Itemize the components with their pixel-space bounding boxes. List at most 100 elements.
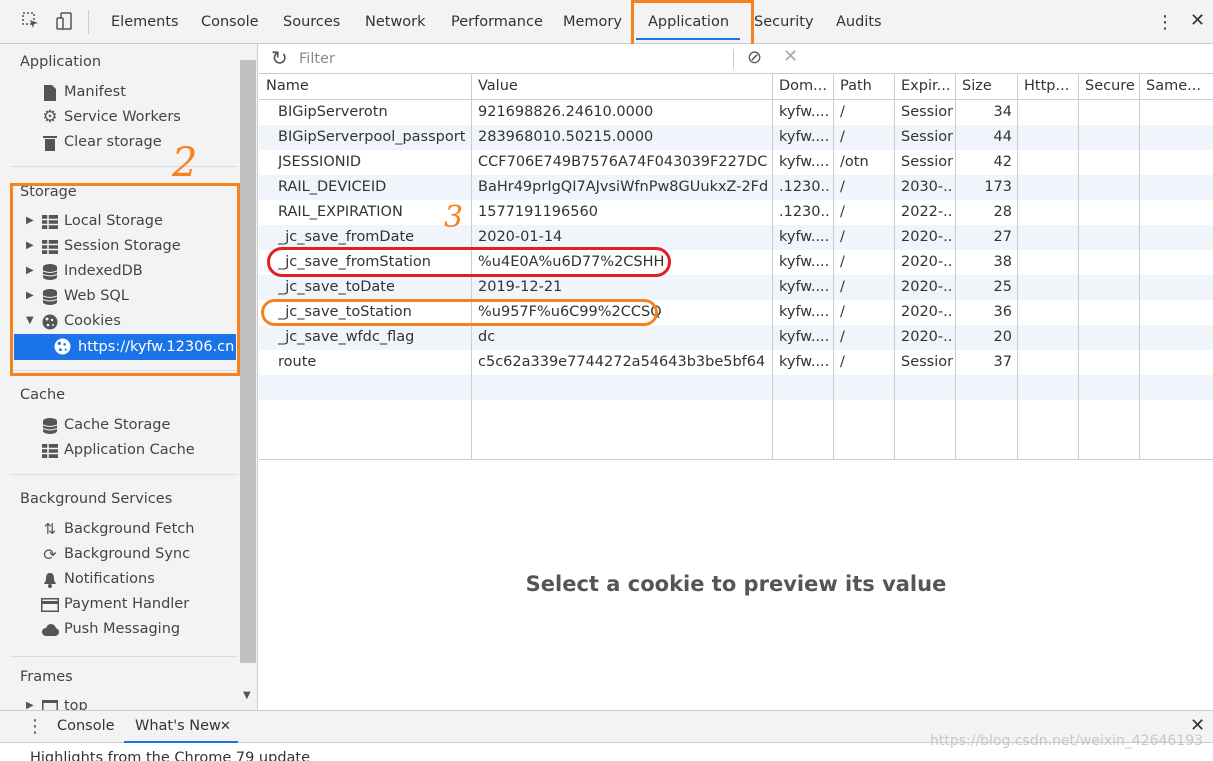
cell-size: 25	[993, 279, 1012, 295]
sidebar-item-background-sync[interactable]: ⟳ Background Sync	[40, 542, 190, 567]
whats-new-highlight-text: Highlights from the Chrome 79 update	[30, 750, 311, 761]
cell-path: /	[840, 279, 845, 295]
tab-sources[interactable]: Sources	[283, 0, 340, 44]
column-header-domain[interactable]: Dom...	[779, 74, 827, 99]
cell-domain: kyfw....	[779, 354, 830, 370]
cell-path: /	[840, 104, 845, 120]
sidebar-item-cache-storage[interactable]: Cache Storage	[40, 413, 170, 438]
inspect-element-icon[interactable]	[20, 10, 42, 32]
cell-size: 38	[993, 254, 1012, 270]
sidebar-item-label: Background Sync	[64, 546, 191, 562]
cell-expires: 2020-...	[901, 304, 953, 320]
column-header-path[interactable]: Path	[840, 74, 872, 99]
sidebar-item-manifest[interactable]: Manifest	[40, 80, 126, 105]
sidebar-item-background-fetch[interactable]: ⇅ Background Fetch	[40, 517, 195, 542]
expand-triangle-icon[interactable]: ▶	[26, 700, 34, 710]
cell-domain: kyfw....	[779, 254, 830, 270]
scroll-down-arrow-icon[interactable]: ▼	[243, 690, 251, 701]
frame-icon	[40, 697, 60, 710]
tab-audits[interactable]: Audits	[836, 0, 882, 44]
column-header-httponly[interactable]: Http...	[1024, 74, 1069, 99]
cell-domain: kyfw....	[779, 279, 830, 295]
sidebar-item-payment-handler[interactable]: Payment Handler	[40, 592, 189, 617]
more-options-icon[interactable]: ⋮	[1156, 12, 1174, 33]
cell-expires: Session	[901, 354, 953, 370]
annotation-from-station-outline	[267, 247, 671, 277]
cell-domain: kyfw....	[779, 229, 830, 245]
bell-icon	[40, 570, 60, 590]
cell-name: BIGipServerpool_passport	[278, 129, 466, 145]
cell-value: 2019-12-21	[478, 279, 563, 295]
section-divider	[10, 474, 238, 475]
cell-name: RAIL_DEVICEID	[278, 179, 387, 195]
column-header-size[interactable]: Size	[962, 74, 992, 99]
cell-size: 28	[993, 204, 1012, 220]
cell-path: /	[840, 129, 845, 145]
grid-icon	[40, 441, 60, 461]
annotation-application-box	[631, 0, 754, 48]
cell-size: 34	[993, 104, 1012, 120]
tab-elements[interactable]: Elements	[111, 0, 179, 44]
column-divider	[955, 74, 956, 459]
sidebar-item-frame-top[interactable]: top	[40, 694, 88, 710]
cell-value: 283968010.50215.0000	[478, 129, 654, 145]
sidebar-item-label: top	[64, 698, 88, 710]
column-header-name[interactable]: Name	[266, 74, 309, 99]
delete-selected-icon[interactable]: ✕	[783, 46, 798, 67]
cell-domain: kyfw....	[779, 329, 830, 345]
device-toolbar-icon[interactable]	[54, 10, 76, 32]
cloud-icon	[40, 620, 60, 640]
close-icon[interactable]: ✕	[1190, 10, 1205, 31]
cell-expires: Session	[901, 104, 953, 120]
annotation-mark-2: 2	[172, 140, 198, 186]
cell-expires: 2022-...	[901, 204, 953, 220]
cell-value: CCF706E749B7576A74F043039F227DC5	[478, 154, 768, 170]
drawer-tab-whats-new[interactable]: What's New	[135, 711, 221, 742]
column-header-secure[interactable]: Secure	[1085, 74, 1135, 99]
column-divider	[894, 74, 895, 459]
sidebar-item-label: Manifest	[64, 84, 126, 100]
table-row[interactable]: _jc_save_wfdc_flag dc kyfw.... / 2020-... 20	[259, 325, 1213, 350]
tab-memory[interactable]: Memory	[563, 0, 622, 44]
section-heading-cache: Cache	[20, 387, 66, 403]
clear-all-icon[interactable]: ⊘	[747, 47, 762, 68]
sidebar-item-label: Application Cache	[64, 442, 195, 458]
table-row[interactable]: route c5c62a339e7744272a54643b3be5bf64 kyf…	[259, 350, 1213, 375]
tab-network[interactable]: Network	[365, 0, 426, 44]
cell-domain: .1230...	[779, 204, 831, 220]
sidebar-item-clear-storage[interactable]: Clear storage	[40, 130, 162, 155]
filter-input[interactable]	[299, 48, 723, 70]
cell-expires: 2020-...	[901, 279, 953, 295]
cell-size: 20	[993, 329, 1012, 345]
sidebar-item-push-messaging[interactable]: Push Messaging	[40, 617, 180, 642]
gear-icon: ⚙	[42, 107, 58, 127]
table-row[interactable]: _jc_save_toDate 2019-12-21 kyfw.... / 2020-.…	[259, 275, 1213, 300]
column-header-expires[interactable]: Expir...	[901, 74, 950, 99]
cell-name: _jc_save_toDate	[278, 279, 395, 295]
cell-expires: 2030-...	[901, 179, 953, 195]
annotation-mark-3: 3	[444, 200, 464, 235]
sidebar-item-notifications[interactable]: Notifications	[40, 567, 155, 592]
sidebar-item-service-workers[interactable]: ⚙ Service Workers	[40, 105, 180, 130]
tab-security[interactable]: Security	[754, 0, 814, 44]
table-row[interactable]: RAIL_DEVICEID BaHr49prIgQI7AJvsiWfnPw8GUu…	[259, 175, 1213, 200]
tab-performance[interactable]: Performance	[451, 0, 543, 44]
table-row[interactable]: BIGipServerotn 921698826.24610.0000 kyfw..…	[259, 100, 1213, 125]
column-header-samesite[interactable]: Same...	[1146, 74, 1201, 99]
empty-table-row[interactable]	[259, 375, 1213, 400]
table-row[interactable]: RAIL_EXPIRATION 1577191196560 .1230... / 202…	[259, 200, 1213, 225]
refresh-icon[interactable]: ↻	[271, 46, 288, 70]
close-tab-icon[interactable]: ✕	[220, 711, 231, 742]
header-divider	[259, 99, 1213, 100]
tab-console[interactable]: Console	[201, 0, 259, 44]
column-header-value[interactable]: Value	[478, 74, 518, 99]
drawer-tab-console[interactable]: Console	[57, 711, 115, 742]
watermark: https://blog.csdn.net/weixin_42646193	[930, 733, 1204, 749]
table-row[interactable]: JSESSIONID CCF706E749B7576A74F043039F227D…	[259, 150, 1213, 175]
column-divider	[772, 74, 773, 459]
table-row[interactable]: BIGipServerpool_passport 283968010.50215.…	[259, 125, 1213, 150]
sidebar-scrollbar[interactable]	[240, 60, 256, 663]
sidebar-item-application-cache[interactable]: Application Cache	[40, 438, 195, 463]
drawer-menu-icon[interactable]: ⋮	[26, 716, 44, 737]
cell-expires: 2020-...	[901, 229, 953, 245]
